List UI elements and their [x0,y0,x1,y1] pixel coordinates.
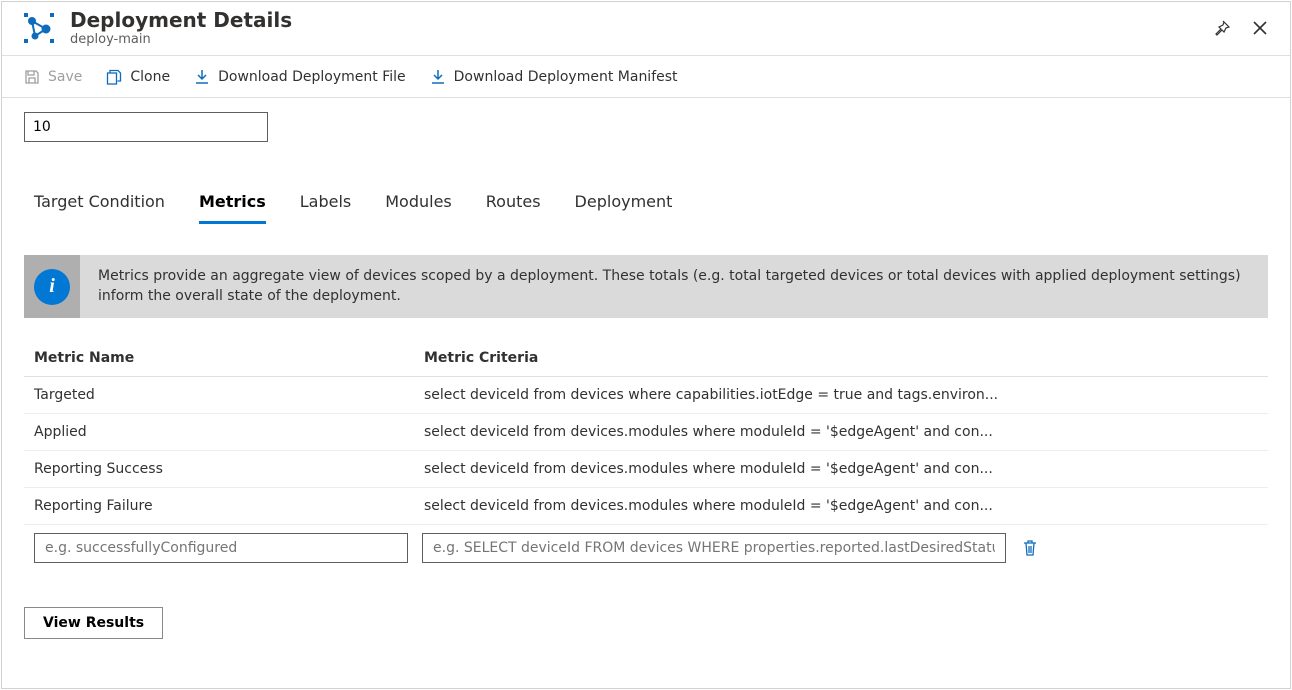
tab-modules[interactable]: Modules [385,186,452,224]
info-banner: i Metrics provide an aggregate view of d… [24,255,1268,318]
tab-deployment[interactable]: Deployment [575,186,673,224]
metric-name-input[interactable] [34,533,408,563]
delete-metric-button[interactable] [1020,538,1040,558]
metric-criteria: select deviceId from devices.modules whe… [424,424,1258,440]
download-icon [194,69,210,85]
info-text: Metrics provide an aggregate view of dev… [80,255,1268,318]
page-title: Deployment Details [70,8,1212,32]
table-row: Applied select deviceId from devices.mod… [24,414,1268,451]
tab-labels[interactable]: Labels [300,186,352,224]
metric-name: Reporting Success [34,461,424,477]
clone-icon [106,69,122,85]
priority-input[interactable] [24,112,268,142]
table-row: Reporting Success select deviceId from d… [24,451,1268,488]
download-icon [430,69,446,85]
tab-metrics[interactable]: Metrics [199,186,266,224]
col-header-name: Metric Name [34,350,424,366]
download-file-label: Download Deployment File [218,69,406,85]
metric-name: Targeted [34,387,424,403]
nodes-icon [22,11,56,45]
info-icon-container: i [24,255,80,318]
clone-label: Clone [130,69,170,85]
tab-target-condition[interactable]: Target Condition [34,186,165,224]
metric-criteria: select deviceId from devices.modules whe… [424,498,1258,514]
table-row: Reporting Failure select deviceId from d… [24,488,1268,525]
download-manifest-button[interactable]: Download Deployment Manifest [430,69,678,85]
pin-button[interactable] [1212,18,1232,38]
metric-criteria: select deviceId from devices where capab… [424,387,1258,403]
metrics-table: Metric Name Metric Criteria Targeted sel… [24,342,1268,563]
new-metric-row [24,525,1268,563]
deployment-details-window: Deployment Details deploy-main Save Clon… [1,1,1291,689]
save-button: Save [24,69,82,85]
metric-name: Applied [34,424,424,440]
save-label: Save [48,69,82,85]
metric-name: Reporting Failure [34,498,424,514]
download-manifest-label: Download Deployment Manifest [454,69,678,85]
info-icon: i [34,269,70,305]
command-bar: Save Clone Download Deployment File Down… [2,56,1290,98]
tab-routes[interactable]: Routes [486,186,541,224]
table-row: Targeted select deviceId from devices wh… [24,377,1268,414]
header: Deployment Details deploy-main [2,2,1290,56]
close-button[interactable] [1250,18,1270,38]
page-subtitle: deploy-main [70,32,1212,47]
clone-button[interactable]: Clone [106,69,170,85]
content-area[interactable]: Target Condition Metrics Labels Modules … [2,98,1290,688]
tabs: Target Condition Metrics Labels Modules … [24,186,1268,225]
view-results-button[interactable]: View Results [24,607,163,639]
save-icon [24,69,40,85]
download-file-button[interactable]: Download Deployment File [194,69,406,85]
metric-criteria-input[interactable] [422,533,1006,563]
col-header-criteria: Metric Criteria [424,350,1258,366]
metric-criteria: select deviceId from devices.modules whe… [424,461,1258,477]
